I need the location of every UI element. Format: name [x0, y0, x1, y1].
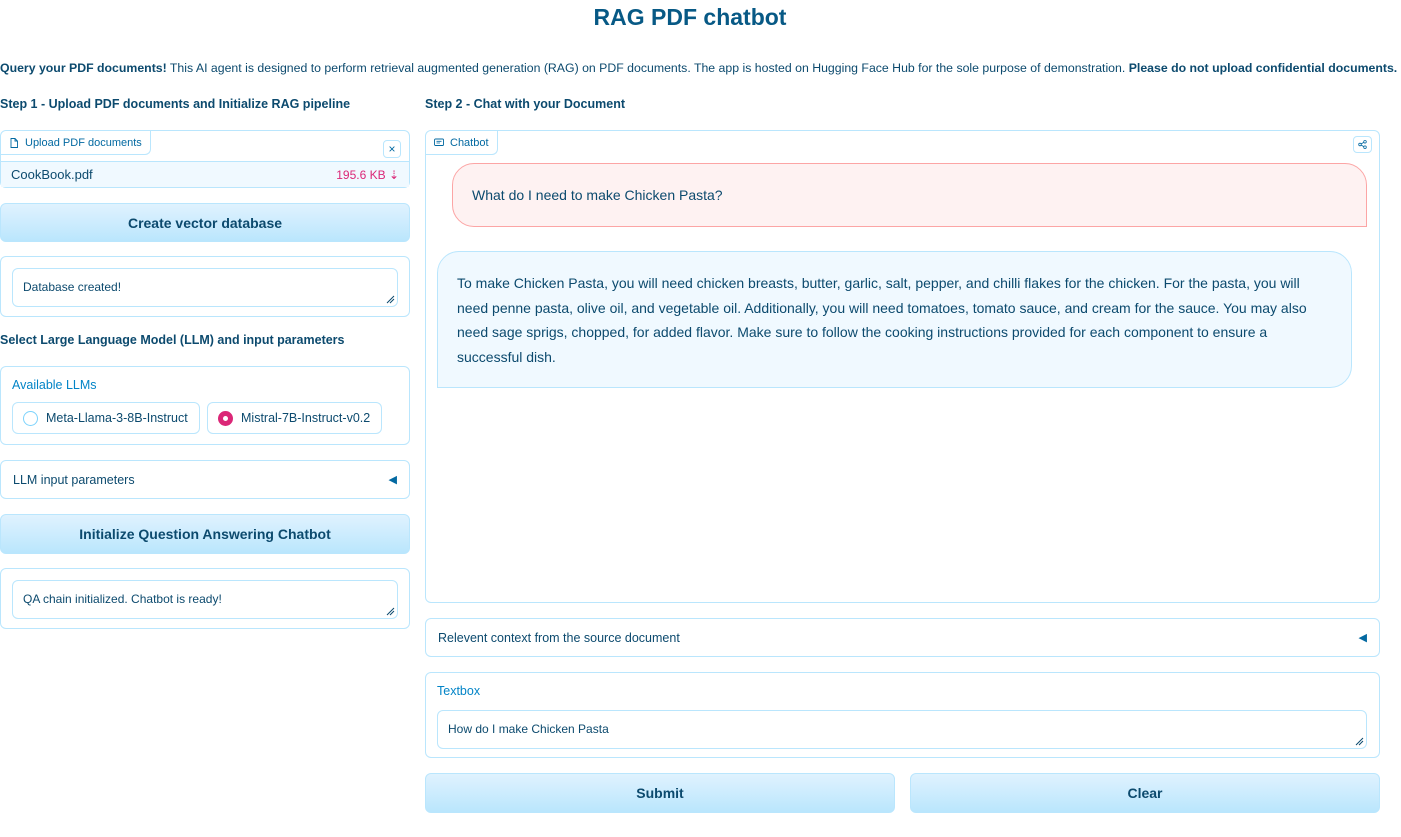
radio-unchecked-icon[interactable] — [23, 410, 38, 426]
qa-status-field[interactable]: QA chain initialized. Chatbot is ready! — [12, 580, 398, 619]
file-icon — [10, 137, 18, 148]
resize-handle-icon[interactable] — [386, 295, 395, 304]
resize-handle-icon[interactable] — [1355, 737, 1364, 746]
file-row[interactable]: CookBook.pdf 195.6 KB ⇣ — [1, 161, 409, 187]
intro-bold-1: Query your PDF documents! — [0, 61, 167, 75]
textbox-panel: Textbox How do I make Chicken Pasta — [425, 672, 1380, 758]
llm-heading: Select Large Language Model (LLM) and in… — [0, 333, 345, 347]
intro-bold-2: Please do not upload confidential docume… — [1128, 61, 1398, 75]
intro-text: Query your PDF documents! This AI agent … — [0, 61, 1400, 75]
llm-radio-group: Available LLMs Meta-Llama-3-8B-Instruct … — [0, 366, 410, 445]
llm-params-label: LLM input parameters — [13, 472, 135, 487]
llm-option-label: Mistral-7B-Instruct-v0.2 — [241, 411, 371, 425]
llm-params-accordion[interactable]: LLM input parameters ◀ — [0, 460, 410, 499]
share-icon[interactable] — [1353, 136, 1372, 153]
chatbot-label: Chatbot — [450, 136, 489, 149]
clear-button[interactable]: Clear — [910, 773, 1380, 813]
step2-heading: Step 2 - Chat with your Document — [425, 97, 626, 111]
chat-icon — [434, 138, 444, 146]
user-message: What do I need to make Chicken Pasta? — [452, 163, 1367, 227]
qa-status-panel: QA chain initialized. Chatbot is ready! — [0, 568, 410, 629]
upload-label: Upload PDF documents — [25, 136, 142, 149]
db-status-text: Database created! — [23, 280, 122, 294]
llm-group-label: Available LLMs — [12, 378, 97, 392]
file-name: CookBook.pdf — [11, 167, 93, 182]
init-chatbot-button[interactable]: Initialize Question Answering Chatbot — [0, 514, 410, 554]
intro-body: This AI agent is designed to perform ret… — [166, 61, 1129, 75]
assistant-message-text: To make Chicken Pasta, you will need chi… — [457, 275, 1307, 365]
db-status-panel: Database created! — [0, 256, 410, 317]
context-label: Relevent context from the source documen… — [438, 630, 680, 645]
upload-label-tag: Upload PDF documents — [1, 131, 151, 155]
message-input-value: How do I make Chicken Pasta — [448, 722, 609, 736]
message-input[interactable]: How do I make Chicken Pasta — [437, 710, 1367, 749]
caret-left-icon: ◀ — [388, 474, 397, 486]
radio-checked-icon[interactable] — [218, 410, 233, 426]
llm-option-llama[interactable]: Meta-Llama-3-8B-Instruct — [12, 402, 200, 434]
step1-heading: Step 1 - Upload PDF documents and Initia… — [0, 97, 351, 111]
file-size[interactable]: 195.6 KB ⇣ — [336, 168, 399, 182]
page-title: RAG PDF chatbot — [593, 4, 787, 30]
llm-option-label: Meta-Llama-3-8B-Instruct — [46, 411, 188, 425]
user-message-text: What do I need to make Chicken Pasta? — [472, 187, 723, 203]
caret-left-icon: ◀ — [1358, 632, 1367, 644]
textbox-label: Textbox — [437, 684, 481, 698]
close-icon[interactable]: × — [383, 140, 401, 158]
chatbot-panel: Chatbot What do I need to make Chicken P… — [425, 130, 1380, 603]
context-accordion[interactable]: Relevent context from the source documen… — [425, 618, 1380, 657]
create-vector-db-button[interactable]: Create vector database — [0, 203, 410, 242]
submit-button[interactable]: Submit — [425, 773, 895, 813]
assistant-message: To make Chicken Pasta, you will need chi… — [437, 251, 1352, 388]
resize-handle-icon[interactable] — [386, 607, 395, 616]
db-status-field[interactable]: Database created! — [12, 268, 398, 307]
qa-status-text: QA chain initialized. Chatbot is ready! — [23, 592, 222, 606]
chatbot-label-tag: Chatbot — [426, 131, 498, 155]
llm-option-mistral[interactable]: Mistral-7B-Instruct-v0.2 — [207, 402, 382, 434]
upload-panel[interactable]: Upload PDF documents × CookBook.pdf 195.… — [0, 130, 410, 188]
